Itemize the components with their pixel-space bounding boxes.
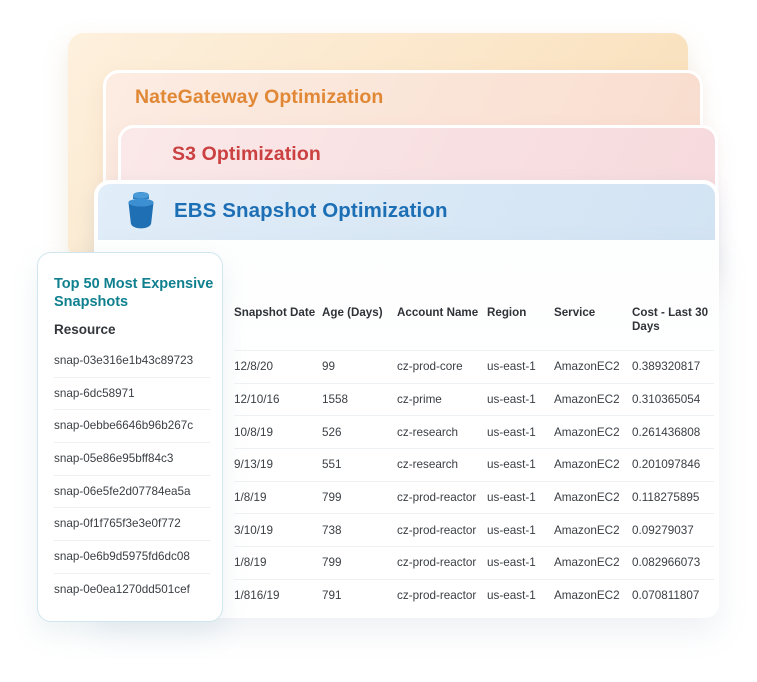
cell-account-name: cz-prod-reactor bbox=[397, 513, 487, 548]
cell-snapshot-date: 1/8/19 bbox=[234, 546, 322, 580]
resource-cell[interactable]: snap-0ebbe6646b96b267c bbox=[54, 410, 210, 444]
cell-service: AmazonEC2 bbox=[554, 513, 632, 548]
cell-service: AmazonEC2 bbox=[554, 350, 632, 384]
optimization-title-ebs: EBS Snapshot Optimization bbox=[174, 199, 448, 222]
cell-service: AmazonEC2 bbox=[554, 546, 632, 580]
table-row[interactable]: 12/10/16 1558 cz-prime us-east-1 AmazonEC2 0.… bbox=[234, 383, 714, 417]
cell-region: us-east-1 bbox=[487, 383, 554, 417]
resource-column-header: Resource bbox=[54, 322, 116, 337]
cell-region: us-east-1 bbox=[487, 481, 554, 515]
cell-age-days: 799 bbox=[322, 481, 397, 515]
cell-cost: 0.082966073 bbox=[632, 546, 714, 580]
cell-age-days: 791 bbox=[322, 589, 342, 603]
cell-region: us-east-1 bbox=[487, 350, 554, 384]
cell-snapshot-date: 10/8/19 bbox=[234, 415, 322, 450]
trash-icon bbox=[120, 190, 162, 232]
cell-snapshot-date: 12/10/16 bbox=[234, 383, 322, 417]
cell-cost: 0.261436808 bbox=[632, 415, 714, 450]
resource-cell[interactable]: snap-06e5fe2d07784ea5a bbox=[54, 476, 210, 509]
resource-cell[interactable]: snap-6dc58971 bbox=[54, 378, 210, 411]
cell-account-name: cz-prod-core bbox=[397, 350, 487, 384]
cell-region: us-east-1 bbox=[487, 546, 554, 580]
th-snapshot-date[interactable]: Snapshot Date bbox=[234, 306, 322, 351]
cell-account-name: cz-research bbox=[397, 415, 487, 450]
screenshot-stage: NateGateway Optimization S3 Optimization… bbox=[0, 0, 757, 682]
optimization-title-nategateway: NateGateway Optimization bbox=[135, 86, 384, 108]
cell-age-days: 799 bbox=[322, 546, 397, 580]
cell-service: AmazonEC2 bbox=[554, 481, 632, 515]
cell-snapshot-date: 1/8/19 bbox=[234, 481, 322, 515]
cell-age-days: 526 bbox=[322, 415, 397, 450]
cell-cost: 0.310365054 bbox=[632, 383, 714, 417]
cell-snapshot-date: 3/10/19 bbox=[234, 513, 322, 548]
cell-snapshot-date: 12/8/20 bbox=[234, 350, 322, 384]
cell-age-days: 99 bbox=[322, 350, 397, 384]
cell-region: us-east-1 bbox=[487, 415, 554, 450]
table-row[interactable]: 12/8/20 99 cz-prod-core us-east-1 AmazonEC2 0… bbox=[234, 350, 714, 384]
cell-age-days: 738 bbox=[322, 513, 397, 548]
optimization-title-s3: S3 Optimization bbox=[172, 143, 321, 165]
cell-cost: 0.118275895 bbox=[632, 481, 714, 515]
cell-snapshot-date: 1/816/19 bbox=[234, 589, 280, 603]
cell-cost: 0.389320817 bbox=[632, 350, 714, 384]
table-row[interactable]: 3/10/19 738 cz-prod-reactor us-east-1 Amazon… bbox=[234, 513, 714, 548]
cell-service: AmazonEC2 bbox=[554, 589, 620, 603]
table-head: Snapshot Date Age (Days) Account Name Re… bbox=[234, 306, 714, 351]
panel-title: Top 50 Most Expensive Snapshots bbox=[54, 276, 214, 310]
snapshots-table-wrap: Snapshot Date Age (Days) Account Name Re… bbox=[234, 306, 714, 612]
cell-cost: 0.201097846 bbox=[632, 448, 714, 482]
table-row[interactable]: 1/816/19 791 cz-prod-reactor us-east-1 Amazo… bbox=[234, 579, 714, 611]
cell-account-name: cz-prod-reactor bbox=[397, 481, 487, 515]
table-row[interactable]: 1/8/19 799 cz-prod-reactor us-east-1 AmazonE… bbox=[234, 481, 714, 515]
cell-cost: 0.070811807 bbox=[632, 589, 700, 603]
cell-cost: 0.09279037 bbox=[632, 513, 714, 548]
th-age-days[interactable]: Age (Days) bbox=[322, 306, 397, 351]
cell-region: us-east-1 bbox=[487, 448, 554, 482]
resource-cell[interactable]: snap-05e86e95bff84c3 bbox=[54, 443, 210, 476]
table-body: 12/8/20 99 cz-prod-core us-east-1 AmazonEC2 0… bbox=[234, 350, 714, 612]
table-row[interactable]: 1/8/19 799 cz-prod-reactor us-east-1 AmazonE… bbox=[234, 546, 714, 580]
cell-account-name: cz-prod-reactor bbox=[397, 546, 487, 580]
cell-service: AmazonEC2 bbox=[554, 448, 632, 482]
th-region[interactable]: Region bbox=[487, 306, 554, 351]
resource-cell[interactable]: snap-03e316e1b43c89723 bbox=[54, 345, 210, 378]
cell-region: us-east-1 bbox=[487, 589, 536, 603]
th-account-name[interactable]: Account Name bbox=[397, 306, 487, 351]
cell-service: AmazonEC2 bbox=[554, 415, 632, 450]
table-header-row: Snapshot Date Age (Days) Account Name Re… bbox=[234, 306, 714, 351]
cell-age-days: 1558 bbox=[322, 383, 397, 417]
th-cost[interactable]: Cost - Last 30 Days bbox=[632, 306, 714, 351]
resource-cell[interactable]: snap-0f1f765f3e3e0f772 bbox=[54, 508, 210, 542]
cell-age-days: 551 bbox=[322, 448, 397, 482]
table-row[interactable]: 10/8/19 526 cz-research us-east-1 AmazonEC2 0… bbox=[234, 415, 714, 450]
th-service[interactable]: Service bbox=[554, 306, 632, 351]
snapshots-table: Snapshot Date Age (Days) Account Name Re… bbox=[234, 306, 714, 612]
resource-cell[interactable]: snap-0e6b9d5975fd6dc08 bbox=[54, 541, 210, 574]
cell-account-name: cz-prime bbox=[397, 383, 487, 417]
cell-account-name: cz-prod-reactor bbox=[397, 589, 477, 603]
resource-column: snap-03e316e1b43c89723 snap-6dc58971 snap-… bbox=[54, 345, 210, 606]
table-row[interactable]: 9/13/19 551 cz-research us-east-1 AmazonEC2 0… bbox=[234, 448, 714, 482]
cell-region: us-east-1 bbox=[487, 513, 554, 548]
cell-snapshot-date: 9/13/19 bbox=[234, 448, 322, 482]
cell-service: AmazonEC2 bbox=[554, 383, 632, 417]
resource-cell[interactable]: snap-0e0ea1270dd501cef bbox=[54, 574, 210, 606]
cell-account-name: cz-research bbox=[397, 448, 487, 482]
